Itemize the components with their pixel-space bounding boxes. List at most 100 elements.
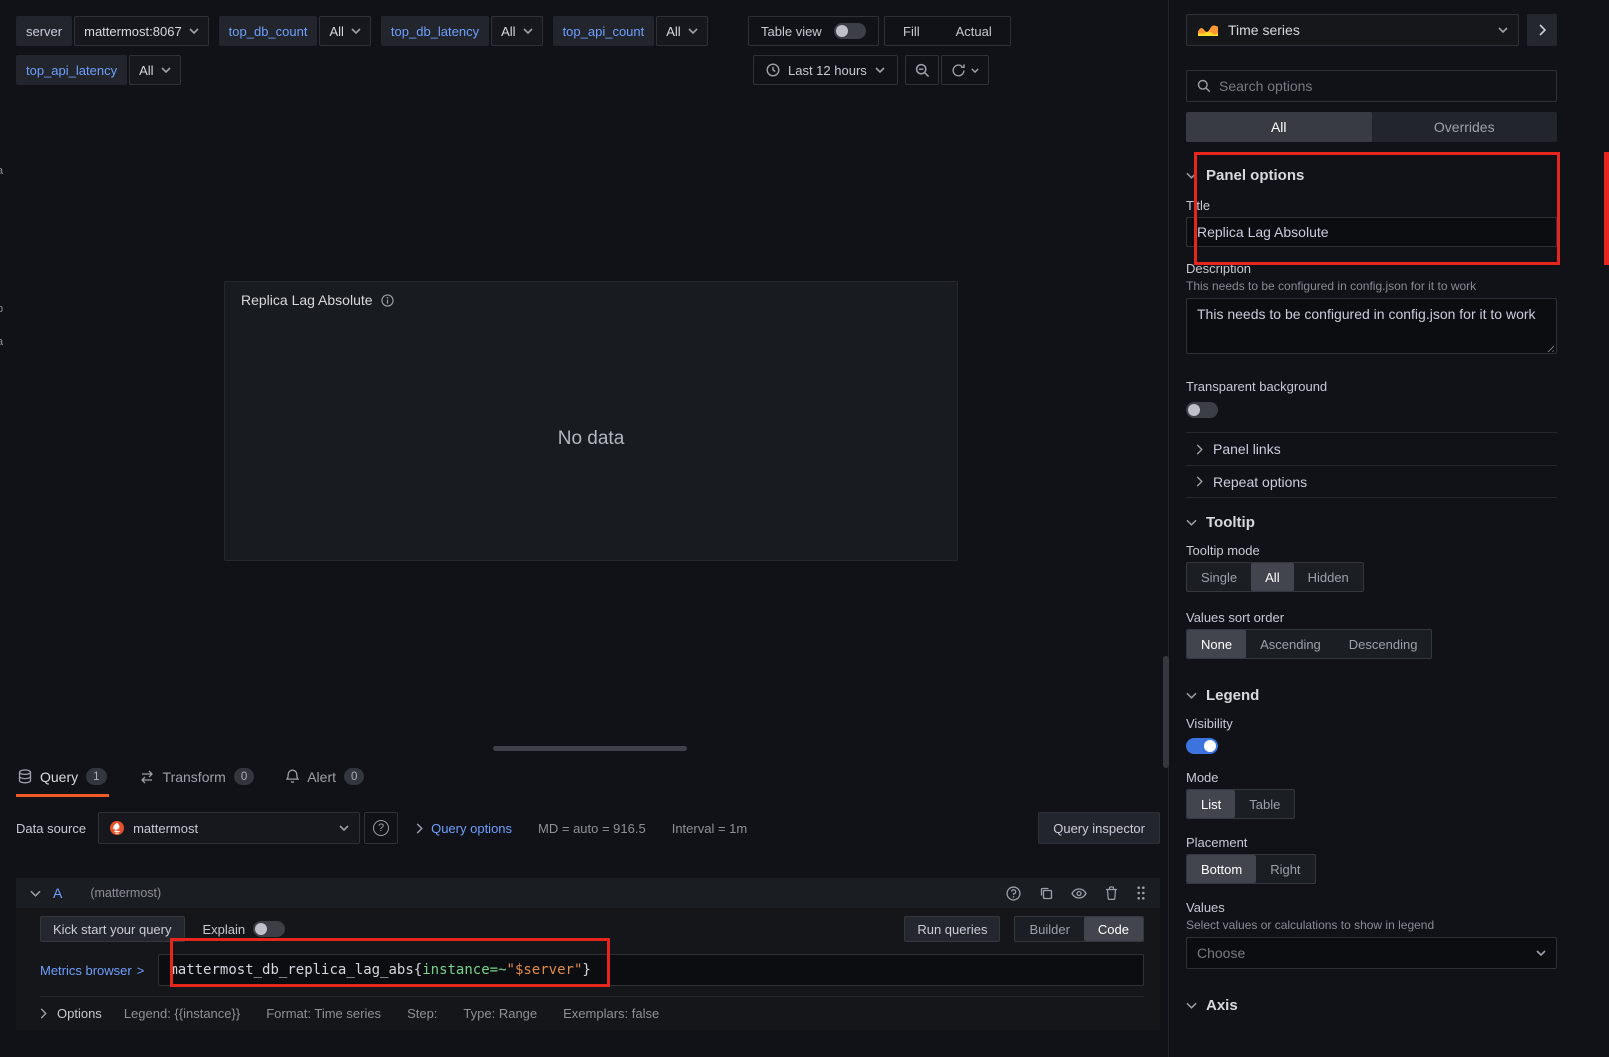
tooltip-mode-group: Single All Hidden xyxy=(1186,562,1364,592)
variable-server: server mattermost:8067 xyxy=(16,16,209,46)
variable-top-api-latency-dropdown[interactable]: All xyxy=(129,55,180,85)
variable-top-api-latency: top_api_latency All xyxy=(16,55,181,85)
options-search[interactable] xyxy=(1186,70,1557,102)
legend-values-select[interactable]: Choose xyxy=(1186,937,1557,969)
variable-top-api-count-dropdown[interactable]: All xyxy=(656,16,707,46)
editor-resize-handle[interactable] xyxy=(493,746,687,751)
chevron-down-icon xyxy=(1186,172,1197,179)
metrics-browser-label: Metrics browser xyxy=(40,963,132,978)
duplicate-icon[interactable] xyxy=(1039,886,1053,900)
tab-transform-label: Transform xyxy=(163,769,226,785)
chevron-right-icon xyxy=(1539,24,1546,36)
kick-start-query-button[interactable]: Kick start your query xyxy=(40,916,185,942)
query-open-brace: { xyxy=(414,962,422,978)
step-summary: Step: xyxy=(407,1006,437,1021)
collapse-options-pane-button[interactable] xyxy=(1527,14,1557,46)
sort-descending[interactable]: Descending xyxy=(1335,630,1432,658)
tab-query[interactable]: Query 1 xyxy=(16,764,109,797)
legend-section-title: Legend xyxy=(1206,687,1259,704)
tooltip-section-header[interactable]: Tooltip xyxy=(1186,514,1557,531)
legend-section-header[interactable]: Legend xyxy=(1186,687,1557,704)
panel-title-input[interactable] xyxy=(1186,217,1557,247)
eye-icon[interactable] xyxy=(1071,888,1087,899)
variable-server-dropdown[interactable]: mattermost:8067 xyxy=(74,16,209,46)
query-options-summary-row[interactable]: Options Legend: {{instance}} Format: Tim… xyxy=(40,996,1144,1030)
variable-top-db-latency-dropdown[interactable]: All xyxy=(491,16,542,46)
legend-mode-label: Mode xyxy=(1186,770,1557,785)
visualization-picker[interactable]: Time series xyxy=(1186,14,1519,46)
run-queries-button[interactable]: Run queries xyxy=(904,916,1000,942)
explain-toggle[interactable] xyxy=(253,921,285,937)
variable-top-api-count-label: top_api_count xyxy=(553,16,655,46)
query-row-header[interactable]: A (mattermost) xyxy=(16,878,1160,908)
refresh-icon xyxy=(951,63,966,78)
grafana-panel-edit-screen: server mattermost:8067 top_db_count All … xyxy=(0,0,1609,1057)
tooltip-mode-single[interactable]: Single xyxy=(1187,563,1251,591)
query-options-toggle[interactable]: Query options xyxy=(416,821,512,836)
metrics-browser-button[interactable]: Metrics browser > xyxy=(40,963,144,978)
trash-icon[interactable] xyxy=(1105,886,1118,900)
pane-divider xyxy=(1168,0,1169,1057)
sort-ascending[interactable]: Ascending xyxy=(1246,630,1335,658)
filter-tab-all[interactable]: All xyxy=(1186,112,1372,142)
interval-info: Interval = 1m xyxy=(672,821,748,836)
editor-mode-group: Builder Code xyxy=(1014,916,1144,942)
chevron-down-icon xyxy=(688,28,698,34)
legend-visibility-toggle[interactable] xyxy=(1186,738,1218,754)
variable-top-db-latency: top_db_latency All xyxy=(381,16,543,46)
filter-tab-overrides[interactable]: Overrides xyxy=(1372,112,1558,142)
prometheus-flame-icon xyxy=(109,820,125,836)
variable-top-db-count-label: top_db_count xyxy=(219,16,318,46)
tab-alert[interactable]: Alert 0 xyxy=(284,764,366,797)
tooltip-mode-hidden[interactable]: Hidden xyxy=(1294,563,1363,591)
placement-bottom[interactable]: Bottom xyxy=(1187,855,1256,883)
drag-grip-icon[interactable] xyxy=(1136,885,1146,901)
repeat-options-row[interactable]: Repeat options xyxy=(1186,465,1557,498)
options-search-input[interactable] xyxy=(1219,78,1546,94)
variable-server-value: mattermost:8067 xyxy=(84,24,182,39)
visualization-header: Time series xyxy=(1186,14,1557,46)
variable-top-api-count: top_api_count All xyxy=(553,16,708,46)
edge-text-fragment: a xyxy=(0,165,3,177)
tab-transform[interactable]: Transform 0 xyxy=(137,764,257,797)
query-inspector-button[interactable]: Query inspector xyxy=(1038,812,1160,844)
help-circle-icon[interactable] xyxy=(1006,886,1021,901)
transparent-background-toggle[interactable] xyxy=(1186,402,1218,418)
panel-links-row[interactable]: Panel links xyxy=(1186,432,1557,465)
code-mode-option[interactable]: Code xyxy=(1084,917,1143,941)
promql-query-input[interactable]: mattermost_db_replica_lag_abs{instance=~… xyxy=(158,954,1144,986)
table-view-toggle[interactable] xyxy=(834,23,866,39)
repeat-options-label: Repeat options xyxy=(1213,474,1307,490)
chevron-right-icon xyxy=(40,1008,47,1019)
datasource-help-button[interactable]: ? xyxy=(364,812,398,844)
query-row-card: A (mattermost) Kick start your query Exp… xyxy=(16,878,1160,1030)
zoom-out-button[interactable] xyxy=(905,55,939,85)
sort-none[interactable]: None xyxy=(1187,630,1246,658)
toggle-knob xyxy=(255,923,267,935)
panel-links-label: Panel links xyxy=(1213,441,1281,457)
placement-right[interactable]: Right xyxy=(1256,855,1314,883)
axis-section-header[interactable]: Axis xyxy=(1186,997,1557,1014)
variable-top-api-latency-label: top_api_latency xyxy=(16,55,127,85)
query-operator-token: =~ xyxy=(490,962,507,978)
variable-server-label: server xyxy=(16,16,72,46)
tooltip-mode-all[interactable]: All xyxy=(1251,563,1293,591)
legend-mode-list[interactable]: List xyxy=(1187,790,1235,818)
variable-top-db-count-dropdown[interactable]: All xyxy=(319,16,370,46)
panel-options-sidebar: Time series All Overrides Panel options … xyxy=(1178,0,1609,1057)
datasource-picker[interactable]: mattermost xyxy=(98,812,360,844)
time-range-picker[interactable]: Last 12 hours xyxy=(753,55,898,85)
actual-option[interactable]: Actual xyxy=(938,17,1010,45)
fill-option[interactable]: Fill xyxy=(885,17,938,45)
chevron-right-icon xyxy=(416,823,423,834)
refresh-button[interactable] xyxy=(941,55,989,85)
panel-description-textarea[interactable]: This needs to be configured in config.js… xyxy=(1186,298,1557,354)
panel-header[interactable]: Replica Lag Absolute xyxy=(225,282,957,318)
query-editor: Data source mattermost ? Query options M… xyxy=(16,812,1160,1030)
builder-mode-option[interactable]: Builder xyxy=(1015,917,1083,941)
legend-mode-table[interactable]: Table xyxy=(1235,790,1294,818)
legend-placement-group: Bottom Right xyxy=(1186,854,1316,884)
chevron-down-icon xyxy=(1186,692,1197,699)
scrollbar-thumb[interactable] xyxy=(1163,656,1169,768)
panel-options-section-header[interactable]: Panel options xyxy=(1186,167,1557,184)
